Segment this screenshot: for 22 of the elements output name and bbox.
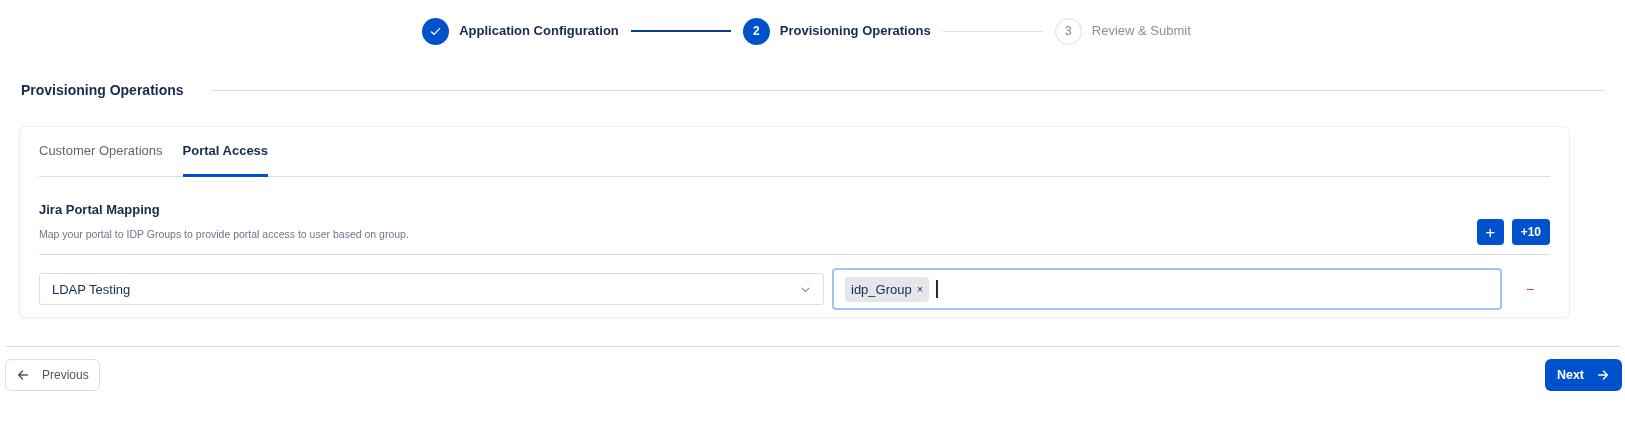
step-label: Review & Submit (1091, 22, 1191, 41)
tag-remove-button[interactable]: × (916, 281, 924, 298)
tab[interactable]: Portal Access (182, 140, 269, 177)
add-ten-button[interactable]: +10 (1511, 219, 1550, 246)
section-heading: Jira Portal Mapping (39, 201, 161, 219)
step-label: Provisioning Operations (779, 22, 931, 41)
portal-select[interactable]: LDAP Testing (39, 273, 824, 306)
group-tag: idp_Group × (845, 276, 930, 302)
description-text: Map your portal to IDP Groups to provide portal access to user based on group. (39, 226, 409, 242)
text-cursor (936, 280, 939, 299)
add-button[interactable]: + (1476, 219, 1504, 246)
step-circle: 3 (1054, 17, 1082, 45)
remove-row-button[interactable]: − (1510, 277, 1550, 301)
group-input-field[interactable]: idp_Group × (832, 268, 1502, 311)
next-button[interactable]: Next (1544, 359, 1622, 391)
step-circle: 2 (742, 17, 770, 45)
step-label: Application Configuration (459, 22, 619, 41)
section-title: Provisioning Operations (21, 80, 184, 100)
arrow-right-icon (1596, 368, 1610, 382)
previous-button[interactable]: Previous (5, 359, 100, 391)
arrow-left-icon (16, 368, 30, 382)
tab[interactable]: Customer Operations (39, 140, 163, 177)
